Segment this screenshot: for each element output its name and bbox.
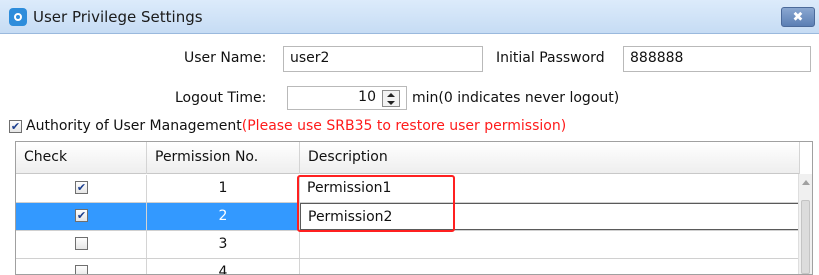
title-bar: User Privilege Settings ✖ [0,0,819,34]
description-cell[interactable]: Permission1 [300,175,800,202]
stepper-buttons [382,90,400,107]
logout-time-stepper[interactable]: 10 [287,86,407,110]
table-row[interactable]: 4 [16,259,800,274]
logout-time-label: Logout Time: [175,90,267,106]
check-cell[interactable]: ✔ [16,203,147,230]
description-cell[interactable] [300,231,800,258]
authority-label-text: Authority of User Management [26,118,242,134]
check-cell[interactable]: ✔ [16,175,147,202]
stepper-up-button[interactable] [383,91,399,98]
initial-password-label: Initial Password [496,50,605,66]
check-cell[interactable] [16,259,147,274]
app-logo-icon [9,8,27,26]
description-cell[interactable] [300,259,800,274]
initial-password-field[interactable]: 888888 [623,46,811,72]
authority-note: (Please use SRB35 to restore user permis… [241,118,567,134]
window-title: User Privilege Settings [33,8,203,26]
vertical-scrollbar[interactable] [798,174,812,274]
permission-grid: Check Permission No. Description ✔ 1 Per… [15,141,813,275]
permission-number-cell[interactable]: 4 [147,259,300,274]
row-checkbox[interactable]: ✔ [75,209,88,222]
authority-label: Authority of User Management(Please use … [26,118,566,134]
permission-number-cell[interactable]: 2 [147,203,300,230]
check-cell[interactable] [16,231,147,258]
arrow-up-icon [387,92,395,97]
user-name-field[interactable]: user2 [283,46,483,72]
permission-number-cell[interactable]: 3 [147,231,300,258]
row-checkbox[interactable] [75,265,88,274]
column-header-permission-no[interactable]: Permission No. [147,142,300,174]
description-cell[interactable]: Permission2 [300,203,800,230]
table-row-selected[interactable]: ✔ 2 Permission2 [16,203,800,231]
row-checkbox[interactable]: ✔ [75,181,88,194]
scroll-up-arrow-icon[interactable] [802,180,810,185]
authority-checkbox[interactable]: ✔ [9,120,22,133]
user-name-label: User Name: [184,50,267,66]
grid-header: Check Permission No. Description [16,142,800,174]
close-button[interactable]: ✖ [781,7,815,27]
stepper-down-button[interactable] [383,99,399,106]
logout-time-value: 10 [358,89,376,105]
row-checkbox[interactable] [75,237,88,250]
scrollbar-thumb[interactable] [801,200,810,274]
column-header-check[interactable]: Check [16,142,147,174]
table-row[interactable]: ✔ 1 Permission1 [16,175,800,203]
table-row[interactable]: 3 [16,231,800,259]
arrow-down-icon [387,100,395,105]
column-header-description[interactable]: Description [300,142,800,174]
permission-number-cell[interactable]: 1 [147,175,300,202]
logout-time-hint: min(0 indicates never logout) [412,90,620,106]
